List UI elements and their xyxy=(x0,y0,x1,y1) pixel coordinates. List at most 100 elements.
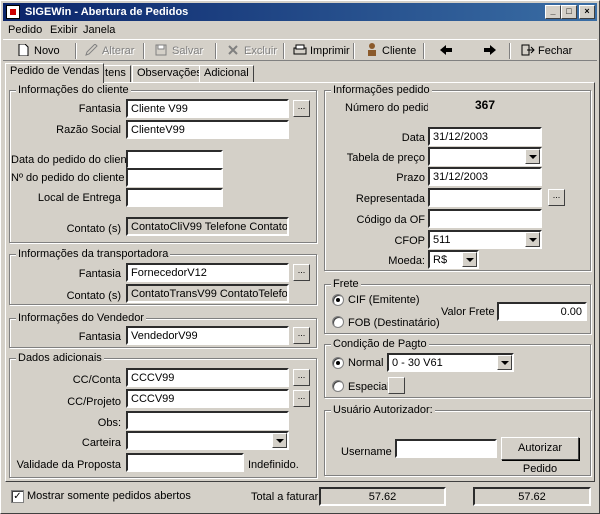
app-icon xyxy=(6,5,20,19)
price-table-dropdown[interactable] xyxy=(428,147,542,166)
menu-bar: Pedido Exibir Janela xyxy=(3,22,597,39)
client-order-date-field[interactable] xyxy=(126,150,223,169)
fechar-button[interactable]: Fechar xyxy=(521,42,572,60)
carteira-label: Carteira xyxy=(81,437,121,449)
toolbar-separator xyxy=(143,43,145,59)
cif-label[interactable]: CIF (Emitente) xyxy=(348,294,420,306)
carrier-contacts-field: ContatoTransV99 ContatoTelefone xyxy=(126,284,289,303)
contato-label: Contato (s) xyxy=(66,223,121,235)
moeda-label: Moeda: xyxy=(388,255,425,267)
razao-social-field[interactable]: ClienteV99 xyxy=(126,120,289,139)
group-title: Frete xyxy=(331,278,361,290)
representada-label: Representada xyxy=(355,193,425,205)
next-button[interactable] xyxy=(483,42,500,60)
cliente-button[interactable]: Cliente xyxy=(365,42,416,60)
show-open-orders-checkbox[interactable]: ✓ xyxy=(11,490,24,503)
chevron-down-icon[interactable] xyxy=(525,149,540,164)
carteira-dropdown[interactable] xyxy=(126,431,289,450)
group-title: Informações pedido xyxy=(331,84,432,96)
chevron-down-icon[interactable] xyxy=(462,252,477,267)
tab-adicional[interactable]: Adicional xyxy=(199,65,254,82)
toolbar-separator xyxy=(75,43,77,59)
toolbar: Novo Alterar Salvar Excluir Imprimir Cli… xyxy=(3,39,597,61)
representada-lookup-button[interactable]: ... xyxy=(548,189,565,206)
cc-projeto-field[interactable]: CCCV99 xyxy=(126,389,289,408)
cfop-label: CFOP xyxy=(394,235,425,247)
fob-label[interactable]: FOB (Destinatário) xyxy=(348,317,440,329)
carrier-lookup-button[interactable]: ... xyxy=(293,264,310,281)
arrow-left-icon xyxy=(439,44,453,56)
alterar-button[interactable]: Alterar xyxy=(85,42,134,60)
minimize-button[interactable]: _ xyxy=(545,5,561,19)
total-value-1: 57.62 xyxy=(319,487,446,506)
client-lookup-button[interactable]: ... xyxy=(293,100,310,117)
close-button[interactable]: × xyxy=(579,5,595,19)
seller-lookup-button[interactable]: ... xyxy=(293,327,310,344)
chevron-down-icon[interactable] xyxy=(272,433,287,448)
tab-pedido-vendas[interactable]: Pedido de Vendas xyxy=(5,63,105,83)
save-icon xyxy=(155,44,169,56)
edit-icon xyxy=(85,43,99,56)
show-open-orders-label[interactable]: Mostrar somente pedidos abertos xyxy=(27,490,191,502)
seller-fantasia-field[interactable]: VendedorV99 xyxy=(126,326,289,345)
previous-button[interactable] xyxy=(439,42,456,60)
novo-button[interactable]: Novo xyxy=(17,42,60,60)
chevron-down-icon[interactable] xyxy=(525,232,540,247)
validade-field[interactable] xyxy=(126,453,244,472)
menu-pedido[interactable]: Pedido xyxy=(8,24,42,36)
chevron-down-icon[interactable] xyxy=(497,355,512,370)
cc-conta-lookup-button[interactable]: ... xyxy=(293,369,310,386)
order-date-field[interactable]: 31/12/2003 xyxy=(428,127,542,146)
tabela-preco-label: Tabela de preço xyxy=(346,152,425,164)
username-field[interactable] xyxy=(395,439,497,458)
order-number-value: 367 xyxy=(428,97,542,116)
cc-conta-label: CC/Conta xyxy=(72,374,121,386)
prazo-field[interactable]: 31/12/2003 xyxy=(428,167,542,186)
window-title: SIGEWin - Abertura de Pedidos xyxy=(25,6,189,18)
cfop-dropdown[interactable]: 511 xyxy=(428,230,542,249)
normal-label[interactable]: Normal xyxy=(348,357,383,369)
menu-exibir[interactable]: Exibir xyxy=(50,24,78,36)
representada-field[interactable] xyxy=(428,188,542,207)
title-bar[interactable]: SIGEWin - Abertura de Pedidos _ □ × xyxy=(3,3,597,21)
maximize-button[interactable]: □ xyxy=(561,5,577,19)
payment-term-dropdown[interactable]: 0 - 30 V61 xyxy=(387,353,514,372)
currency-dropdown[interactable]: R$ xyxy=(428,250,479,269)
cc-conta-field[interactable]: CCCV99 xyxy=(126,368,289,387)
toolbar-separator xyxy=(215,43,217,59)
client-fantasia-field[interactable]: Cliente V99 xyxy=(126,99,289,118)
cc-projeto-label: CC/Projeto xyxy=(67,396,121,408)
authorize-order-button[interactable]: Autorizar Pedido xyxy=(501,437,579,475)
especial-label[interactable]: Especial xyxy=(348,381,390,393)
carrier-fantasia-field[interactable]: FornecedorV12 xyxy=(126,263,289,282)
toolbar-separator xyxy=(353,43,355,59)
fantasia-label: Fantasia xyxy=(78,103,121,115)
data-label: Data xyxy=(401,132,425,144)
contato-label: Contato (s) xyxy=(66,290,121,302)
client-order-number-field[interactable] xyxy=(126,168,223,187)
toolbar-separator xyxy=(283,43,285,59)
cc-projeto-lookup-button[interactable]: ... xyxy=(293,390,310,407)
imprimir-button[interactable]: Imprimir xyxy=(293,42,350,60)
especial-radio[interactable] xyxy=(332,380,344,392)
exit-icon xyxy=(521,44,535,56)
cif-radio[interactable] xyxy=(332,294,344,306)
fob-radio[interactable] xyxy=(332,316,344,328)
salvar-button[interactable]: Salvar xyxy=(155,42,203,60)
tab-observacoes[interactable]: Observações xyxy=(132,65,207,82)
total-label: Total a faturar: xyxy=(251,491,322,503)
obs-field[interactable] xyxy=(126,411,289,430)
excluir-button[interactable]: Excluir xyxy=(227,42,277,60)
delivery-location-field[interactable] xyxy=(126,188,223,207)
menu-janela[interactable]: Janela xyxy=(83,24,115,36)
group-title: Informações da transportadora xyxy=(16,248,171,260)
normal-radio[interactable] xyxy=(332,357,344,369)
fantasia-label: Fantasia xyxy=(78,331,121,343)
validade-label: Validade da Proposta xyxy=(16,459,121,471)
freight-value-field[interactable]: 0.00 xyxy=(497,302,587,321)
new-document-icon xyxy=(17,43,31,57)
especial-config-button[interactable] xyxy=(388,377,405,394)
codigo-of-field[interactable] xyxy=(428,209,542,228)
group-title: Dados adicionais xyxy=(16,352,104,364)
valor-frete-label: Valor Frete xyxy=(441,306,495,318)
